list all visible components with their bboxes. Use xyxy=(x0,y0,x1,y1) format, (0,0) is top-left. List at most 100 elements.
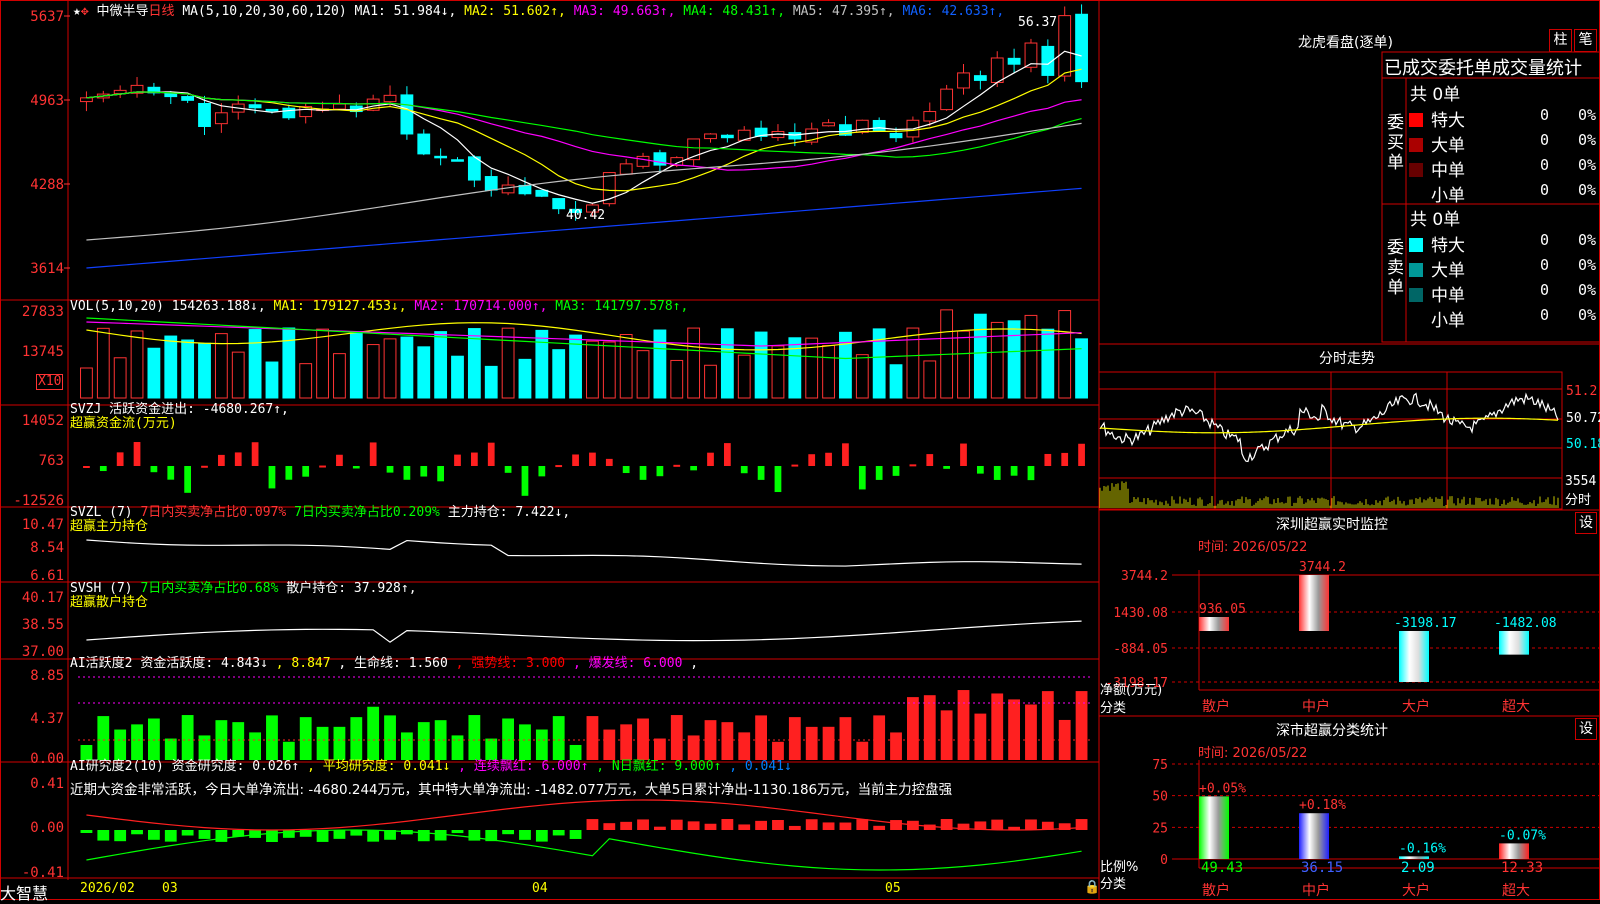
monitor-category-0: 散户 xyxy=(1202,698,1230,715)
intraday-axis-mid: 50.72 xyxy=(1566,411,1600,426)
svzj-bar xyxy=(386,466,394,473)
ai-activity-bar xyxy=(1075,691,1088,760)
candle-body xyxy=(265,108,279,112)
price-low-marker: 40.42 xyxy=(566,208,605,223)
sell-row-name: 大单 xyxy=(1431,261,1465,281)
ai-research-bar xyxy=(890,820,902,830)
ai2-part-5: , 0.041↓ xyxy=(729,759,792,774)
svzj-bar xyxy=(454,454,461,466)
ai-research-bar xyxy=(552,830,565,836)
classify-category-3: 超大 xyxy=(1502,883,1530,899)
star-icon[interactable]: ★ xyxy=(73,4,81,19)
ai1-part-6: , xyxy=(690,656,699,671)
monitor-ylabel: 净额(万元) xyxy=(1100,683,1163,698)
svzj-bar xyxy=(656,466,664,477)
ai-activity-bar xyxy=(299,717,312,760)
ma-params: MA(5,10,20,30,60,120) xyxy=(182,4,347,19)
volume-bar xyxy=(653,329,667,399)
sell-row-value: 0 xyxy=(1540,256,1550,274)
svsh-sub: 超赢散户持仓 xyxy=(70,595,149,610)
svzj-bar xyxy=(319,465,326,468)
ai-research-bar xyxy=(535,830,548,842)
period-label[interactable]: 日线 xyxy=(149,4,175,19)
svzj-bar xyxy=(639,466,647,480)
classify-value-0: 49.43 xyxy=(1201,860,1243,876)
svzj-bar xyxy=(1027,466,1035,481)
intraday-axis-low: 50.18 xyxy=(1566,437,1600,452)
svzj-bar xyxy=(960,443,967,466)
vol-unit[interactable]: X10 xyxy=(36,374,64,390)
intraday-vol-label: 3554 xyxy=(1565,474,1597,489)
ai-research-bar xyxy=(873,825,886,830)
volume-bar xyxy=(518,358,532,399)
ai-research-bar xyxy=(215,830,228,842)
candle-body xyxy=(940,88,954,111)
ai-activity-bar xyxy=(957,690,970,760)
volume-bar xyxy=(670,359,684,399)
monitor-axis-label-0: 3744.2 xyxy=(1121,569,1168,584)
monitor-settings-button[interactable]: 设 xyxy=(1575,512,1597,534)
candle-body xyxy=(973,75,987,81)
ai1-part-1: 资金活跃度: 4.843↓ xyxy=(140,656,276,671)
price-axis-label-3: 3614 xyxy=(30,261,64,277)
bar-view-button[interactable]: 柱 xyxy=(1549,29,1572,52)
vol-axis-label-1: 13745 xyxy=(22,344,64,360)
buy-row-name: 小单 xyxy=(1431,186,1465,206)
longhu-title: 龙虎看盘(逐单) xyxy=(1298,35,1393,51)
buy-row-1: 大单 xyxy=(1409,131,1465,156)
monitor-category-3: 超大 xyxy=(1502,699,1530,715)
svzj-bar xyxy=(184,466,192,493)
candle-body xyxy=(198,102,211,127)
intraday-axis-high: 51.2 xyxy=(1566,384,1598,399)
svzj-bar xyxy=(352,466,360,469)
ai-activity-bar xyxy=(856,741,869,760)
ma-value-1: MA1: 51.984↓, xyxy=(354,4,465,19)
ai-research-bar xyxy=(603,823,616,830)
ai-activity-bar xyxy=(181,715,194,760)
volume-bar xyxy=(754,331,768,399)
sell-color-swatch xyxy=(1409,313,1423,327)
svzj-bar xyxy=(1078,443,1085,466)
svsh-t1: 7日内买卖净占比0.68% xyxy=(140,581,279,596)
volume-bar xyxy=(1007,320,1021,399)
date-label-0: 2026/02 xyxy=(80,881,135,896)
svzj-bar xyxy=(1044,453,1052,466)
settings-icon[interactable]: ✥ xyxy=(81,4,89,19)
sell-label: 委卖单 xyxy=(1387,238,1404,298)
monitor-time: 时间: 2026/05/22 xyxy=(1198,540,1308,555)
candle-body xyxy=(484,176,498,191)
classify-time: 时间: 2026/05/22 xyxy=(1198,746,1308,761)
classify-settings-button[interactable]: 设 xyxy=(1575,718,1597,740)
volume-bar xyxy=(889,364,903,399)
tick-view-button[interactable]: 笔 xyxy=(1574,29,1597,52)
volume-bar xyxy=(366,344,380,399)
ai-activity-bar xyxy=(468,715,481,760)
price-axis-label-2: 4288 xyxy=(30,177,64,193)
candle-body xyxy=(164,92,178,98)
ai-research-bar xyxy=(772,819,784,830)
ai-research-bar xyxy=(856,819,869,830)
price-axis-label-0: 5637 xyxy=(30,9,64,25)
ai-research-bar xyxy=(569,830,582,839)
buy-color-swatch xyxy=(1409,163,1423,177)
sell-row-name: 中单 xyxy=(1431,286,1465,306)
ai-research-bar xyxy=(316,830,329,842)
ai2-axis-label-2: -0.41 xyxy=(22,865,64,881)
volume-bar xyxy=(451,355,464,399)
classify-bar-2 xyxy=(1399,856,1429,859)
buy-color-swatch xyxy=(1409,188,1423,202)
lock-icon[interactable]: 🔒 xyxy=(1084,880,1100,895)
volume-bar xyxy=(1024,314,1038,399)
sell-row-value: 0 xyxy=(1540,281,1550,299)
ai-research-bar xyxy=(586,819,599,830)
volume-bar xyxy=(501,327,515,399)
monitor-bar-3 xyxy=(1499,631,1529,655)
ai-research-bar xyxy=(350,830,363,836)
volume-bar xyxy=(990,321,1004,399)
svzj-bar xyxy=(774,466,782,493)
stock-name[interactable]: 中微半导 xyxy=(96,4,148,19)
classify-value-3: 12.33 xyxy=(1501,860,1543,876)
ai-research-bar xyxy=(181,830,194,836)
ai-activity-bar xyxy=(1041,691,1054,760)
svzj-bar xyxy=(504,466,512,473)
